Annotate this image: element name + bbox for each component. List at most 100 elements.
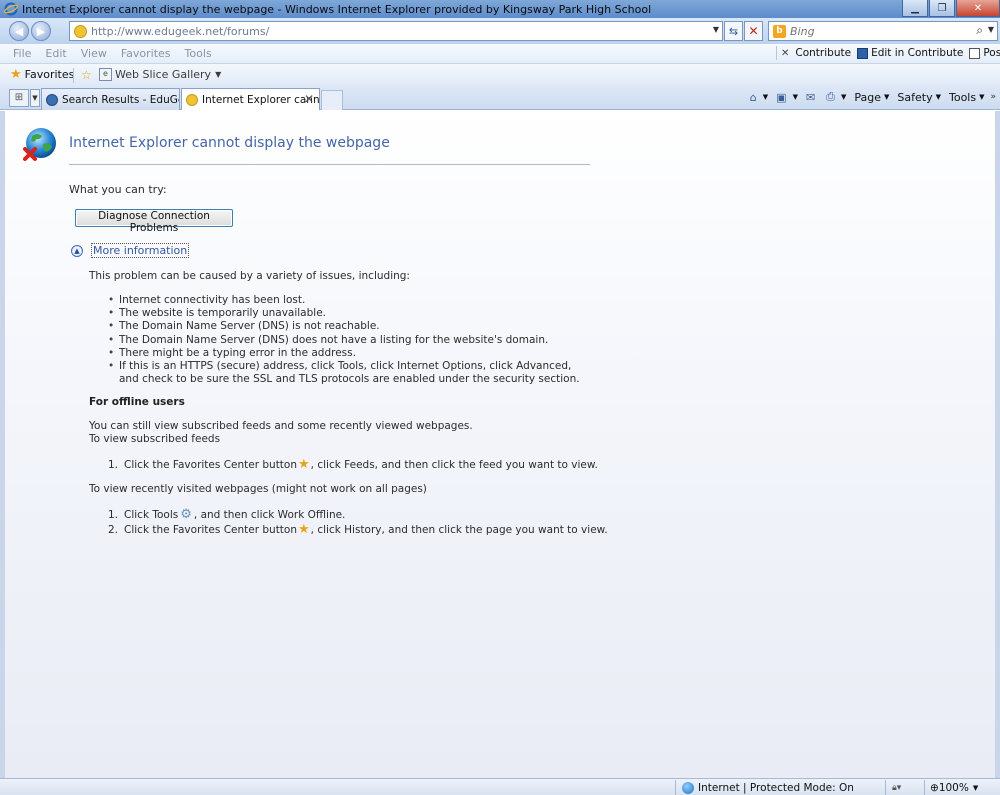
- favorites-divider: [73, 68, 74, 83]
- address-dropdown-icon[interactable]: ▼: [713, 25, 719, 34]
- tab-error-page[interactable]: Internet Explorer canno... ✕: [181, 88, 320, 110]
- edit-in-contribute-button[interactable]: Edit in Contribute: [857, 47, 963, 59]
- favorites-row: ★ Favorites ☆ e Web Slice Gallery ▼: [0, 64, 1000, 86]
- menu-edit[interactable]: Edit: [45, 47, 66, 60]
- forward-arrow-icon: ▶: [36, 24, 46, 38]
- recent-pages-label: To view recently visited webpages (might…: [89, 483, 427, 495]
- status-bar: Internet | Protected Mode: On 🔒︎▾ ⊕ 100%…: [0, 778, 1000, 795]
- step-text: Click the Favorites Center button: [124, 523, 298, 536]
- new-tab-button[interactable]: [321, 90, 343, 110]
- stop-button[interactable]: ✕: [744, 21, 763, 41]
- toolbar-separator: [776, 46, 777, 60]
- lock-icon: 🔒︎▾: [892, 782, 902, 793]
- search-dropdown-icon[interactable]: ▼: [988, 25, 994, 34]
- chevron-down-icon: ▼: [32, 94, 38, 102]
- zoom-icon: ⊕: [930, 781, 939, 794]
- tools-step: 1. Click Tools ⚙ , and then click Work O…: [108, 507, 345, 522]
- web-slice-gallery-button[interactable]: e Web Slice Gallery ▼: [99, 68, 221, 81]
- maximize-button[interactable]: ❐: [929, 0, 955, 17]
- search-box[interactable]: b ⌕ ▼: [768, 21, 998, 41]
- collapse-up-icon[interactable]: ▲: [71, 244, 83, 257]
- cause-intro-text: This problem can be caused by a variety …: [89, 270, 410, 282]
- diagnose-connection-button[interactable]: Diagnose Connection Problems: [75, 209, 233, 234]
- list-item: The Domain Name Server (DNS) is not reac…: [108, 320, 588, 333]
- menu-view[interactable]: View: [81, 47, 107, 60]
- chevron-down-icon: ▼: [215, 70, 222, 79]
- menu-favorites[interactable]: Favorites: [121, 47, 171, 60]
- feeds-button[interactable]: ▣ ▼: [776, 91, 798, 104]
- feeds-step: 1. Click the Favorites Center button ★ ,…: [108, 457, 598, 472]
- forward-button[interactable]: ▶: [31, 21, 51, 41]
- tab-search-results[interactable]: Search Results - EduGeek....: [41, 88, 180, 110]
- feeds-icon: ▣: [776, 90, 787, 104]
- post-to-blog-button[interactable]: Post to Blo: [969, 47, 1000, 59]
- minimize-button[interactable]: ▁: [902, 0, 928, 17]
- add-to-favorites-bar-icon[interactable]: ☆: [81, 68, 95, 82]
- warning-favicon-icon: [186, 93, 198, 106]
- contribute-button[interactable]: Contribute: [795, 47, 851, 59]
- print-button[interactable]: ⎙ ▼: [826, 90, 846, 104]
- address-bar[interactable]: ▼: [69, 21, 723, 41]
- close-toolbar-icon[interactable]: ✕: [781, 48, 789, 59]
- command-bar: ⌂ ▼ ▣ ▼ ✉ ⎙ ▼ Page ▼ Safety ▼ Tools ▼ »: [742, 90, 996, 104]
- list-item: Internet connectivity has been lost.: [108, 294, 588, 307]
- address-input[interactable]: [91, 24, 691, 38]
- refresh-icon: ⇆: [728, 24, 739, 38]
- minimize-icon: ▁: [911, 2, 919, 14]
- refresh-button[interactable]: ⇆: [724, 21, 743, 41]
- chevron-down-icon: ▼: [972, 783, 979, 792]
- blog-icon: [969, 47, 981, 59]
- contribute-toolbar: ✕ Contribute Edit in Contribute Post to …: [772, 46, 1000, 60]
- menu-file[interactable]: File: [13, 47, 31, 60]
- close-icon: ✕: [973, 2, 983, 14]
- tools-menu-button[interactable]: Tools ▼: [949, 91, 985, 104]
- contribute-icon: [857, 47, 869, 59]
- step-number: 1.: [108, 458, 119, 471]
- chevron-down-icon: ▼: [979, 93, 985, 101]
- menu-tools[interactable]: Tools: [185, 47, 212, 60]
- window-title: Internet Explorer cannot display the web…: [22, 2, 652, 16]
- history-step: 2. Click the Favorites Center button ★ ,…: [108, 522, 608, 537]
- more-information-link[interactable]: More information: [91, 243, 190, 258]
- page-title: Internet Explorer cannot display the web…: [69, 135, 390, 151]
- protected-mode-indicator[interactable]: 🔒︎▾: [885, 780, 923, 795]
- site-warning-icon: [74, 24, 87, 38]
- home-icon: ⌂: [749, 90, 757, 104]
- step-text: Click Tools: [124, 508, 179, 521]
- zoom-button[interactable]: ⊕ 100% ▼: [924, 780, 978, 795]
- more-commands-icon[interactable]: »: [990, 92, 996, 102]
- mail-button[interactable]: ✉: [806, 91, 818, 104]
- restore-icon: ❐: [937, 2, 947, 14]
- close-window-button[interactable]: ✕: [956, 0, 1000, 17]
- search-input[interactable]: [790, 24, 960, 38]
- quick-tabs-button[interactable]: ⊞: [9, 89, 29, 107]
- chevron-down-icon: ▼: [762, 93, 769, 101]
- favorites-button[interactable]: ★ Favorites: [10, 67, 74, 82]
- step-number: 2.: [108, 523, 119, 536]
- list-item: If this is an HTTPS (secure) address, cl…: [108, 360, 588, 386]
- step-number: 1.: [108, 508, 119, 521]
- what-you-can-try-label: What you can try:: [69, 183, 167, 196]
- menu-bar: File Edit View Favorites Tools: [6, 47, 219, 60]
- tab-list-dropdown[interactable]: ▼: [30, 89, 40, 107]
- offline-users-heading: For offline users: [89, 396, 185, 408]
- offline-info-text: You can still view subscribed feeds and …: [89, 420, 473, 432]
- step-text: , click Feeds, and then click the feed y…: [310, 458, 598, 471]
- favorites-center-icon: ★: [298, 457, 310, 472]
- security-zone[interactable]: Internet | Protected Mode: On: [675, 780, 854, 795]
- title-bar: Internet Explorer cannot display the web…: [0, 0, 1000, 18]
- page-menu-button[interactable]: Page ▼: [854, 91, 889, 104]
- quick-tabs-icon: ⊞: [14, 92, 24, 103]
- safety-menu-button[interactable]: Safety ▼: [897, 91, 941, 104]
- tab-row: ⊞ ▼ Search Results - EduGeek.... Interne…: [0, 86, 1000, 110]
- more-information-toggle[interactable]: ▲ More information: [71, 243, 190, 258]
- chevron-down-icon: ▼: [884, 93, 890, 101]
- search-icon[interactable]: ⌕: [976, 23, 983, 38]
- web-slice-icon: e: [99, 68, 112, 81]
- chevron-down-icon: ▼: [792, 93, 798, 101]
- close-tab-icon[interactable]: ✕: [304, 92, 314, 106]
- menu-row: File Edit View Favorites Tools ✕ Contrib…: [0, 44, 1000, 64]
- home-button[interactable]: ⌂ ▼: [750, 91, 768, 104]
- step-text: , click History, and then click the page…: [310, 523, 608, 536]
- back-button[interactable]: ◀: [9, 21, 29, 41]
